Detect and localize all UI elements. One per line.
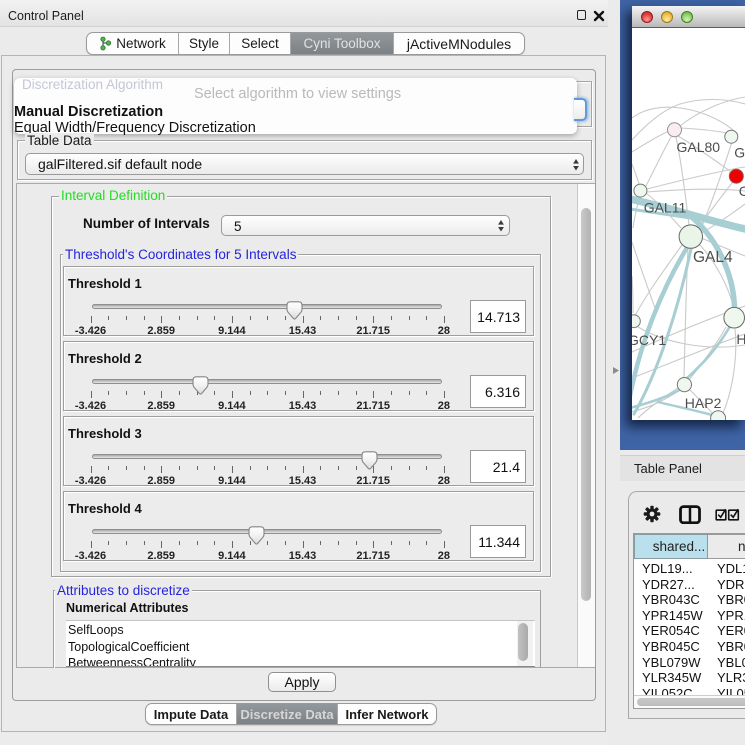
svg-text:CDC: CDC: [739, 183, 745, 199]
svg-text:GAL80: GAL80: [677, 139, 721, 155]
svg-text:HAP2: HAP2: [685, 395, 722, 411]
svg-text:GAL11: GAL11: [644, 200, 687, 216]
svg-text:GCY1: GCY1: [632, 332, 666, 348]
svg-text:HIS: HIS: [736, 331, 745, 347]
svg-text:GAL3: GAL3: [734, 145, 745, 161]
svg-text:GAL4: GAL4: [693, 249, 733, 266]
